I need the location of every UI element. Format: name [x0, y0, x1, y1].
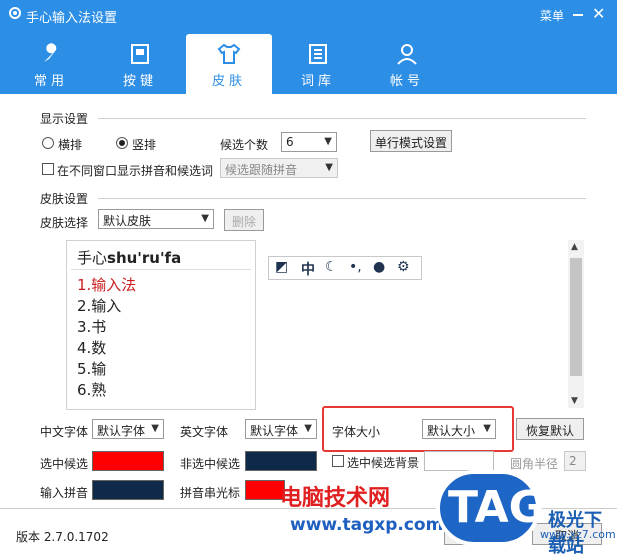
- watermark-tag-text: TAG: [448, 482, 545, 533]
- chevron-up-icon[interactable]: ▲: [571, 242, 578, 252]
- tab-label: 皮肤: [211, 74, 246, 89]
- preview-candidate: 4.数: [77, 339, 107, 357]
- gear-icon: [9, 7, 21, 19]
- tab-dictionary[interactable]: 词库: [275, 34, 361, 94]
- preview-candidate: 6.熟: [77, 381, 107, 399]
- display-section-title: 显示设置: [40, 112, 89, 126]
- selected-candidate-color-swatch[interactable]: [92, 451, 164, 471]
- menu-button[interactable]: 菜单: [540, 7, 564, 24]
- minimize-button[interactable]: [573, 14, 583, 16]
- english-font-select[interactable]: 默认字体 ▼: [245, 419, 317, 439]
- watermark-site-name: 电脑技术网: [280, 486, 391, 511]
- horizontal-radio[interactable]: [42, 137, 54, 149]
- delete-skin-button[interactable]: 删除: [224, 209, 264, 231]
- pinyin-cursor-color-swatch[interactable]: [245, 480, 285, 500]
- single-line-mode-button[interactable]: 单行模式设置: [370, 130, 452, 152]
- candidate-count-value: 6: [286, 135, 294, 149]
- chevron-down-icon: ▼: [483, 423, 491, 434]
- book-icon: [309, 44, 327, 64]
- wrench-icon: [44, 43, 57, 62]
- tshirt-icon: [217, 43, 241, 64]
- logo-icon: ◩: [275, 259, 289, 275]
- header-bar: 手心输入法设置 菜单 ✕ 常用 按键 皮肤 词库 帐号: [0, 0, 617, 94]
- input-pinyin-label: 输入拼音: [40, 486, 89, 500]
- window-title: 手心输入法设置: [26, 11, 118, 26]
- unselected-candidate-color-swatch[interactable]: [245, 451, 317, 471]
- tab-label: 帐号: [389, 74, 424, 89]
- follow-pinyin-select[interactable]: 候选跟随拼音 ▼: [220, 158, 338, 178]
- unselected-candidate-label: 非选中候选: [180, 457, 241, 471]
- skin-section-title: 皮肤设置: [40, 192, 89, 206]
- chinese-font-select[interactable]: 默认字体 ▼: [92, 419, 164, 439]
- divider: [71, 269, 251, 270]
- chevron-down-icon: ▼: [151, 423, 159, 434]
- chevron-down-icon: ▼: [325, 162, 333, 173]
- preview-input-chinese: 手心: [77, 249, 108, 267]
- preview-status-toolbar: ◩ 中 ☾ •, ● ⚙: [268, 256, 422, 280]
- preview-candidate: 2.输入: [77, 297, 122, 315]
- selected-bg-checkbox[interactable]: [332, 455, 344, 467]
- font-size-value: 默认大小: [427, 424, 476, 438]
- watermark-download-url: www.xz7.com: [540, 528, 616, 541]
- title-bar: 手心输入法设置 菜单 ✕: [0, 0, 617, 30]
- preview-scrollbar[interactable]: ▲ ▼: [568, 240, 584, 408]
- tab-label: 按键: [122, 74, 157, 89]
- corner-radius-input[interactable]: 2: [564, 451, 586, 471]
- preview-candidate: 1.输入法: [77, 276, 137, 294]
- scrollbar-thumb[interactable]: [570, 258, 582, 376]
- chinese-font-value: 默认字体: [97, 424, 146, 438]
- user-icon: ●: [373, 259, 386, 275]
- tab-label: 词库: [300, 74, 335, 89]
- preview-input-pinyin: shu'ru'fa: [107, 249, 182, 267]
- vertical-label: 竖排: [132, 138, 157, 152]
- tab-keys[interactable]: 按键: [97, 34, 183, 94]
- close-button[interactable]: ✕: [592, 4, 605, 23]
- divider: [98, 118, 586, 119]
- chevron-down-icon: ▼: [324, 136, 332, 147]
- candidate-count-label: 候选个数: [220, 138, 269, 152]
- chevron-down-icon[interactable]: ▼: [571, 396, 578, 406]
- preview-candidate: 5.输: [77, 360, 107, 378]
- skin-preview: 手心shu'ru'fa 1.输入法 2.输入 3.书 4.数 5.输 6.熟: [66, 240, 256, 410]
- tab-general[interactable]: 常用: [8, 34, 94, 94]
- multi-window-checkbox[interactable]: [42, 163, 54, 175]
- corner-radius-value: 2: [569, 454, 577, 468]
- font-size-select[interactable]: 默认大小 ▼: [422, 419, 496, 439]
- follow-pinyin-value: 候选跟随拼音: [225, 163, 298, 177]
- corner-radius-label: 圆角半径: [510, 457, 559, 471]
- english-font-value: 默认字体: [250, 424, 299, 438]
- preview-input: 手心shu'ru'fa: [77, 247, 181, 268]
- punctuation-icon: •,: [349, 259, 362, 275]
- version-text: 版本 2.7.0.1702: [16, 530, 109, 544]
- horizontal-label: 横排: [58, 138, 83, 152]
- vertical-radio[interactable]: [116, 137, 128, 149]
- moon-icon: ☾: [325, 259, 338, 275]
- keyboard-icon: [131, 44, 149, 64]
- skin-select-value: 默认皮肤: [103, 214, 152, 228]
- preview-candidate: 3.书: [77, 318, 107, 336]
- candidate-count-select[interactable]: 6 ▼: [281, 132, 337, 152]
- multi-window-label: 在不同窗口显示拼音和候选词: [57, 164, 214, 178]
- selected-bg-label: 选中候选背景: [347, 456, 420, 470]
- chinese-font-label: 中文字体: [40, 425, 89, 439]
- gear-icon: ⚙: [397, 259, 410, 275]
- tab-label: 常用: [33, 74, 68, 89]
- font-size-label: 字体大小: [332, 425, 381, 439]
- restore-default-button[interactable]: 恢复默认: [516, 418, 584, 440]
- tab-skin[interactable]: 皮肤: [186, 34, 272, 94]
- divider: [98, 198, 586, 199]
- skin-select[interactable]: 默认皮肤 ▼: [98, 209, 214, 229]
- pinyin-cursor-label: 拼音串光标: [180, 486, 241, 500]
- tab-account[interactable]: 帐号: [364, 34, 450, 94]
- chevron-down-icon: ▼: [201, 213, 209, 224]
- watermark-site-url: www.tagxp.com: [290, 515, 444, 535]
- selected-bg-color-swatch[interactable]: [424, 451, 494, 471]
- input-pinyin-color-swatch[interactable]: [92, 480, 164, 500]
- english-font-label: 英文字体: [180, 425, 229, 439]
- selected-candidate-label: 选中候选: [40, 457, 89, 471]
- user-icon: [397, 44, 417, 65]
- skin-select-label: 皮肤选择: [40, 216, 89, 230]
- chevron-down-icon: ▼: [304, 423, 312, 434]
- chinese-mode-icon: 中: [301, 262, 315, 278]
